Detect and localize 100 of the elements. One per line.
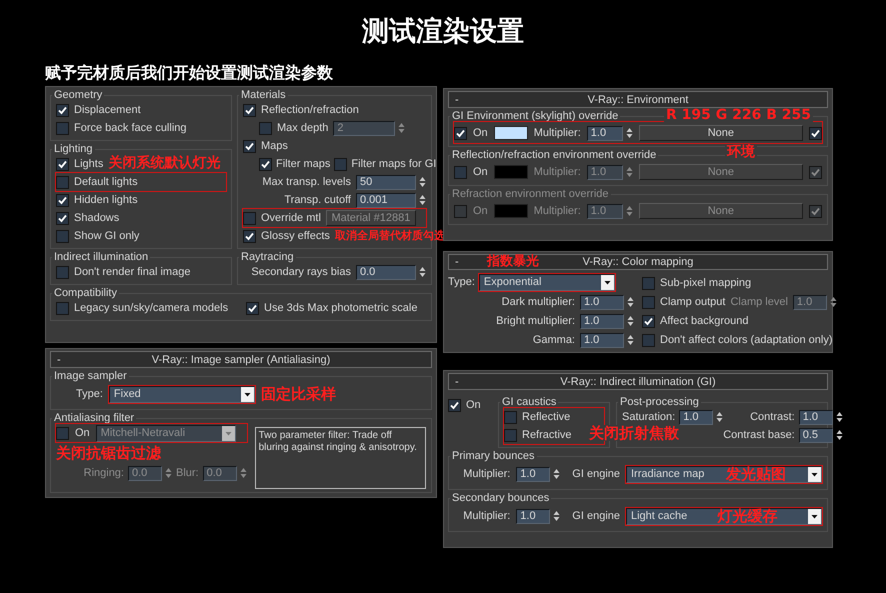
spinner-arrows-icon[interactable] [626, 127, 633, 139]
label: Multiplier: [463, 468, 510, 480]
checkbox[interactable] [504, 410, 517, 424]
number-field[interactable]: 0.5 [798, 428, 833, 442]
rollout-header[interactable]: - 指数暴光 V-Ray:: Color mapping [448, 254, 828, 270]
number-field[interactable]: 1.0 [580, 314, 624, 328]
spinner-arrows-icon[interactable] [419, 194, 426, 206]
label: Override mtl [261, 212, 321, 224]
number-field[interactable]: 1.0 [580, 294, 624, 310]
checkbox[interactable] [334, 158, 348, 170]
checkbox[interactable] [243, 212, 256, 224]
number-field[interactable]: 0.0 [356, 264, 416, 280]
checkbox[interactable] [809, 126, 822, 140]
checkbox[interactable] [448, 398, 461, 412]
label: Force back face culling [74, 122, 186, 134]
spinner-arrows-icon[interactable] [716, 411, 724, 423]
rollout-header[interactable]: - V-Ray:: Indirect illumination (GI) [448, 373, 828, 390]
label: Displacement [74, 104, 141, 116]
number-field[interactable]: 0.001 [356, 192, 416, 208]
checkbox[interactable] [454, 166, 467, 178]
collapse-toggle[interactable]: - [449, 256, 473, 268]
dropdown[interactable]: Light cache 灯光缓存 [626, 508, 822, 524]
dropdown[interactable]: Fixed [108, 386, 255, 402]
checkbox[interactable] [56, 302, 69, 314]
number-field[interactable]: 1.0 [798, 410, 833, 424]
label: Type: [76, 388, 103, 400]
checkbox[interactable] [56, 194, 69, 206]
number-field[interactable]: 2 [333, 120, 396, 136]
checkbox[interactable] [642, 314, 655, 328]
checkbox[interactable] [642, 296, 655, 308]
checkbox[interactable] [642, 276, 655, 290]
number-field[interactable]: 1.0 [586, 164, 623, 180]
checkbox[interactable] [809, 166, 822, 178]
annotation-text: R 195 G 226 B 255 [664, 108, 813, 124]
group-title: Raytracing [240, 251, 295, 263]
rollout-title: V-Ray:: Indirect illumination (GI) [560, 376, 716, 388]
dropdown[interactable]: Irradiance map 发光贴图 [626, 466, 822, 482]
spinner-arrows-icon[interactable] [419, 266, 426, 278]
color-swatch[interactable] [494, 165, 528, 179]
checkbox[interactable] [243, 104, 256, 116]
number-field[interactable]: 1.0 [516, 508, 550, 524]
spinner-arrows-icon[interactable] [836, 411, 843, 423]
collapse-toggle[interactable]: - [51, 354, 75, 366]
number-field[interactable]: 50 [356, 174, 416, 190]
checkbox[interactable] [246, 302, 259, 314]
label: Saturation: [622, 411, 676, 423]
spinner-arrows-icon[interactable] [553, 468, 560, 480]
rollout-title: V-Ray:: Image sampler (Antialiasing) [152, 354, 330, 366]
map-button[interactable]: None [638, 125, 803, 141]
rollout-title: V-Ray:: Color mapping [582, 256, 694, 268]
dropdown[interactable]: Mitchell-Netravali [96, 424, 236, 442]
checkbox[interactable] [56, 426, 69, 440]
checkbox[interactable] [56, 176, 69, 188]
number-field[interactable]: 1.0 [586, 126, 623, 140]
number-field[interactable]: 1.0 [580, 332, 624, 348]
spinner-arrows-icon[interactable] [419, 176, 426, 188]
map-button[interactable]: None [638, 164, 803, 180]
label: Type: [448, 276, 475, 288]
checkbox[interactable] [642, 334, 655, 346]
checkbox[interactable] [259, 122, 272, 134]
label: On [473, 205, 488, 217]
label: Multiplier: [463, 510, 510, 522]
spinner-arrows-icon[interactable] [627, 315, 634, 327]
checkbox[interactable] [56, 158, 69, 170]
checkbox[interactable] [259, 158, 272, 170]
collapse-toggle[interactable]: - [449, 94, 473, 106]
label: Don't affect colors (adaptation only) [660, 334, 832, 346]
checkbox[interactable] [243, 140, 256, 152]
checkbox[interactable] [56, 212, 69, 224]
group-title: Image sampler [53, 370, 128, 382]
spinner-arrows-icon[interactable] [627, 296, 634, 308]
spinner-arrows-icon[interactable] [830, 296, 837, 308]
label: On [466, 399, 481, 411]
label: Transp. cutoff [284, 194, 351, 206]
material-button[interactable]: Material #12881 [326, 210, 416, 226]
rollout-header[interactable]: - V-Ray:: Image sampler (Antialiasing) [50, 351, 432, 368]
group-title: Antialiasing filter [53, 412, 136, 424]
checkbox[interactable] [504, 428, 517, 442]
rollout-header[interactable]: - V-Ray:: Environment [448, 91, 828, 108]
color-swatch[interactable] [494, 126, 528, 140]
spinner-arrows-icon[interactable] [836, 429, 843, 441]
number-field[interactable]: 0.0 [128, 466, 162, 480]
checkbox[interactable] [56, 230, 69, 242]
label: Filter maps for GI [351, 158, 436, 170]
collapse-toggle[interactable]: - [449, 376, 473, 388]
label: Contrast base: [723, 429, 795, 441]
checkbox[interactable] [56, 104, 69, 116]
number-field[interactable]: 1.0 [679, 410, 714, 424]
checkbox[interactable] [56, 122, 69, 134]
number-field[interactable]: 1.0 [516, 466, 550, 482]
checkbox[interactable] [454, 126, 467, 140]
spinner-arrows-icon[interactable] [627, 334, 634, 346]
number-field[interactable]: 0.0 [202, 466, 237, 480]
spinner-arrows-icon[interactable] [553, 510, 560, 522]
number-field[interactable]: 1.0 [792, 294, 827, 310]
checkbox[interactable] [56, 266, 69, 278]
label: Clamp output [660, 296, 726, 308]
dropdown[interactable]: Exponential [478, 274, 615, 290]
checkbox[interactable] [243, 230, 256, 242]
group-title: Refraction environment override [451, 188, 610, 200]
